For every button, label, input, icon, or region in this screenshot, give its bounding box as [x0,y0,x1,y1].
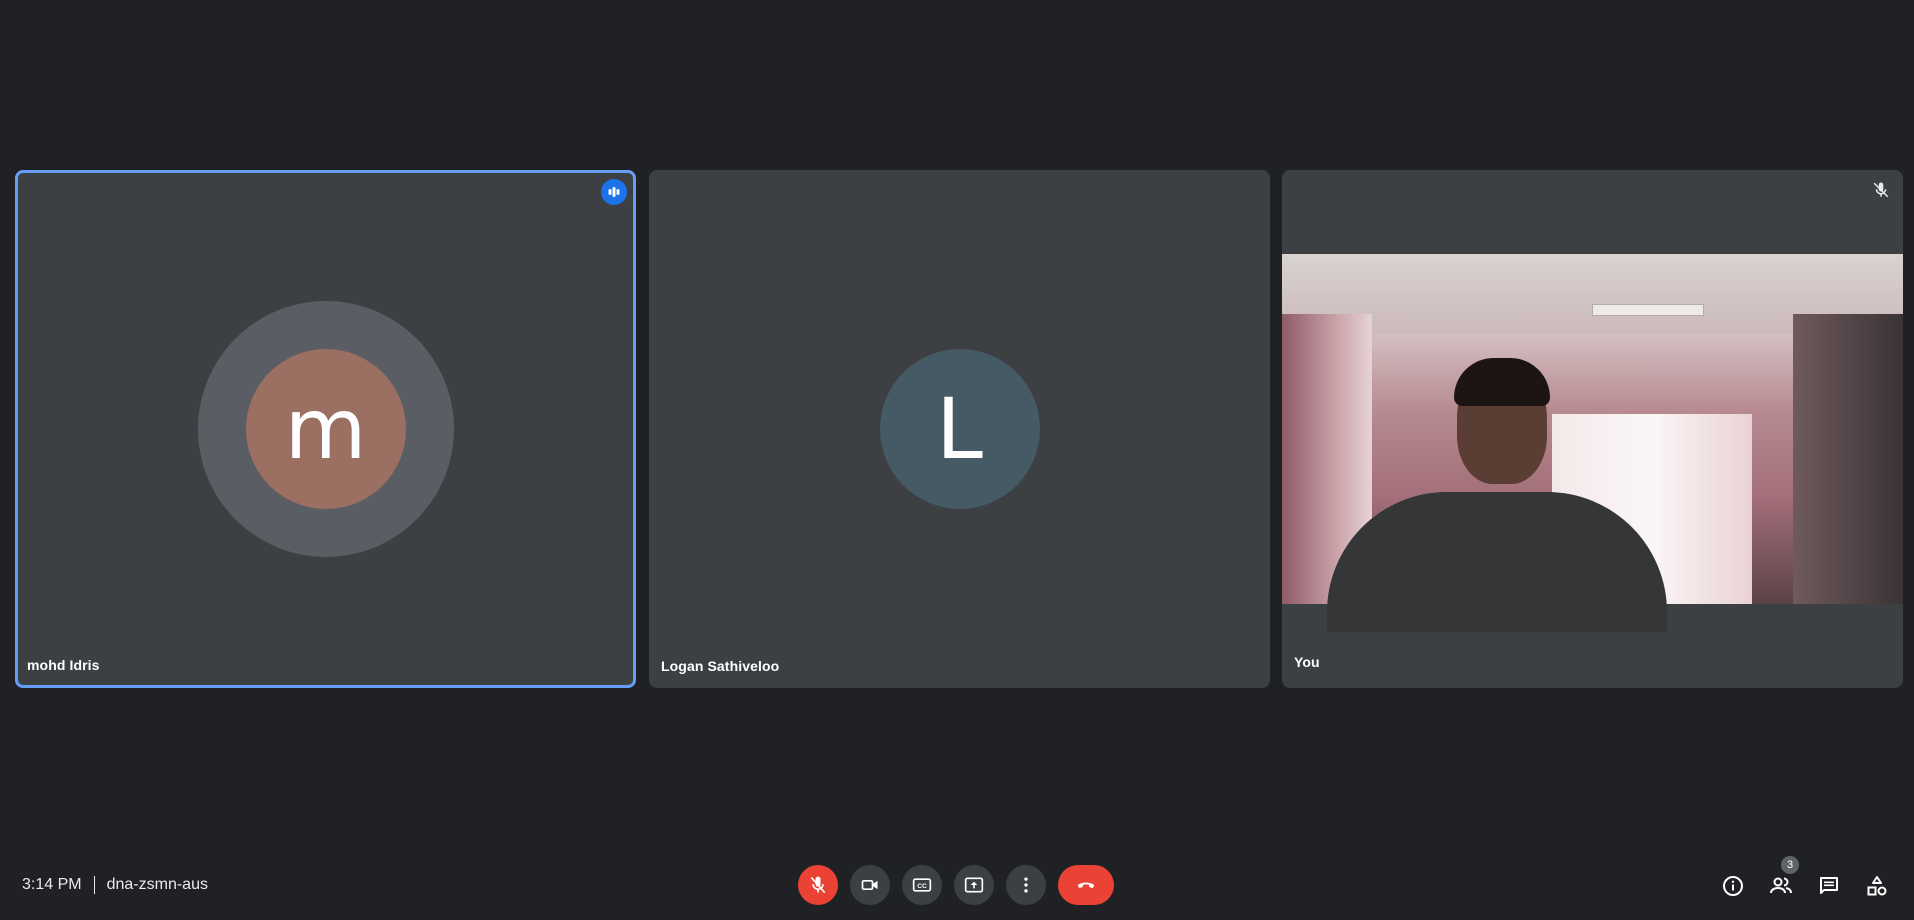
meeting-time: 3:14 PM [22,876,82,893]
meeting-code: dna-zsmn-aus [106,876,208,893]
call-end-icon [1078,882,1094,889]
avatar: L [879,349,1040,509]
chat-icon [1820,877,1838,894]
videocam-icon [861,880,878,890]
meeting-details: 3:14 PM dna-zsmn-aus [22,876,208,894]
present-screen-icon [964,877,984,893]
mic-off-icon [810,876,826,894]
participant-name: mohd Idris [27,657,100,673]
present-now-button[interactable] [954,865,994,905]
more-vert-icon [1024,877,1028,893]
divider [93,876,95,894]
people-icon [1770,877,1792,894]
chat-button[interactable] [1816,873,1842,899]
mic-off-icon [1869,178,1893,202]
video-curtain-right [1793,314,1903,604]
activities-button[interactable] [1864,873,1890,899]
show-everyone-button[interactable] [1768,873,1794,899]
camera-video-feed [1282,254,1903,632]
participant-tile-you[interactable]: You [1282,170,1903,688]
participant-name: Logan Sathiveloo [661,658,780,674]
participant-name: You [1294,654,1320,670]
leave-call-button[interactable] [1058,865,1114,905]
info-icon [1723,876,1743,896]
participant-tile-logan-sathiveloo[interactable]: L Logan Sathiveloo [649,170,1270,688]
toggle-camera-button[interactable] [850,865,890,905]
video-person-hair [1454,358,1550,406]
toggle-microphone-button[interactable] [798,865,838,905]
participant-count-badge: 3 [1781,856,1799,874]
speaking-indicator-icon [601,179,627,205]
closed-captions-icon: CC [912,878,932,892]
svg-text:CC: CC [917,883,927,890]
captions-button[interactable]: CC [902,865,942,905]
more-options-button[interactable] [1006,865,1046,905]
participant-tile-mohd-idris[interactable]: m mohd Idris [15,170,636,688]
meeting-details-button[interactable] [1720,873,1746,899]
avatar: m [245,349,406,509]
activities-icon [1867,876,1887,896]
video-lamp [1592,304,1704,316]
video-person-body [1327,492,1667,632]
